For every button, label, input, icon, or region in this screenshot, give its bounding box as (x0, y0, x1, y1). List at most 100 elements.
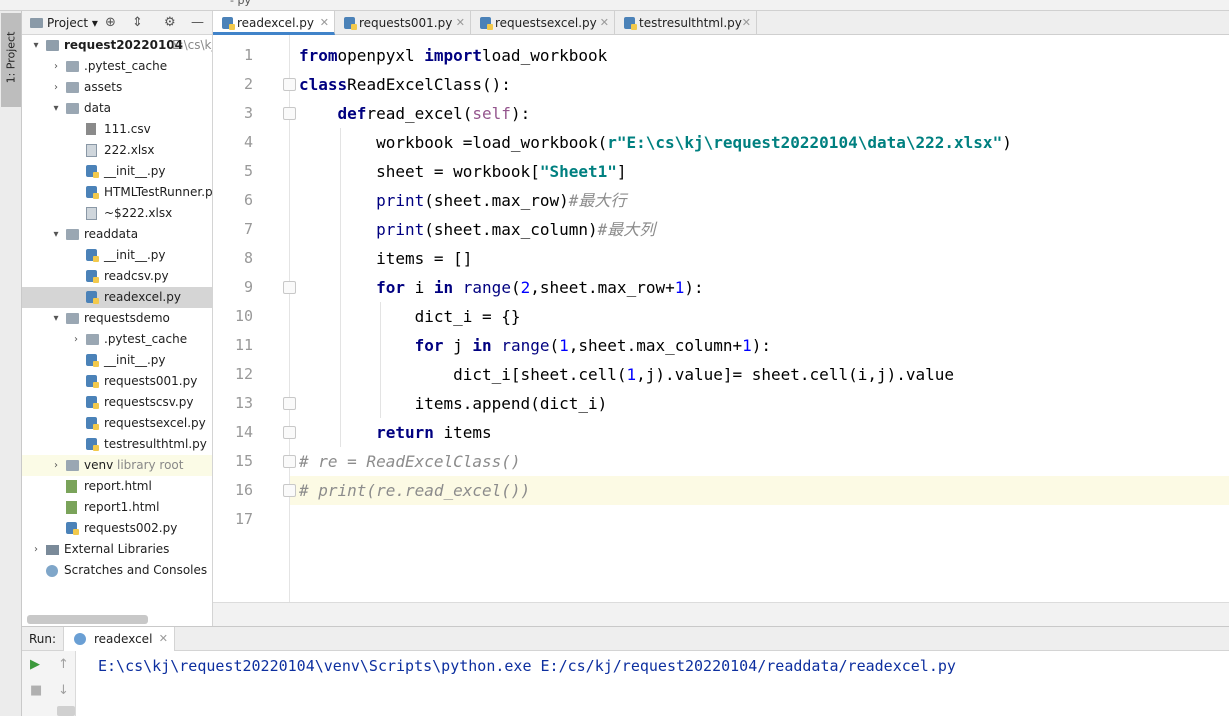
code-line: sheet = workbook["Sheet1"] (299, 157, 626, 186)
tree-item-label: 222.xlsx (104, 143, 155, 157)
py-icon (86, 438, 99, 451)
tree-item[interactable]: › External Libraries (22, 539, 212, 560)
code-token: # re = ReadExcelClass() (299, 452, 521, 471)
collapsed-arrow-icon[interactable]: › (70, 329, 82, 350)
code-editor[interactable]: 1 2 3 4 5 6 7 8 9 10 11 12 13 14 15 16 17 fromopenpyxl i… (213, 35, 1229, 602)
tree-item[interactable]: › .pytest_cache (22, 329, 212, 350)
tree-item[interactable]: › .pytest_cache (22, 56, 212, 77)
locate-icon[interactable]: ⊕ (105, 15, 116, 30)
rerun-icon[interactable]: ▶ (30, 657, 40, 672)
xlsx-icon (86, 144, 97, 157)
line-number: 15 (234, 452, 253, 470)
code-token: 1 (674, 278, 685, 297)
arrow-up-icon[interactable]: ↑ (58, 657, 69, 672)
fold-marker-icon[interactable] (283, 484, 296, 497)
tree-item-label: report1.html (84, 500, 160, 514)
arrow-down-icon[interactable]: ↓ (58, 683, 69, 698)
close-icon[interactable]: ✕ (742, 11, 751, 35)
project-view-selector[interactable]: Project ▾ (30, 16, 98, 30)
stop-icon[interactable]: ■ (30, 683, 42, 698)
soft-wrap-icon[interactable] (57, 706, 75, 716)
code-token: #最大列 (597, 220, 656, 239)
editor-tab[interactable]: requests001.py ✕ (335, 11, 471, 35)
line-number: 4 (243, 133, 253, 151)
tree-item[interactable]: requests002.py (22, 518, 212, 539)
code-token: ): (751, 336, 772, 355)
tree-item[interactable]: readcsv.py (22, 266, 212, 287)
line-number: 10 (234, 307, 253, 325)
close-icon[interactable]: ✕ (320, 11, 329, 35)
expanded-arrow-icon[interactable]: ▾ (30, 35, 42, 56)
code-token: 1 (626, 365, 637, 384)
editor-tab[interactable]: requestsexcel.py ✕ (471, 11, 615, 35)
editor-tab[interactable]: testresulthtml.py ✕ (615, 11, 757, 35)
expanded-arrow-icon[interactable]: ▾ (50, 224, 62, 245)
close-icon[interactable]: ✕ (159, 627, 168, 651)
code-line: classReadExcelClass(): (299, 70, 511, 99)
project-tool-tab[interactable]: 1: Project (1, 13, 21, 107)
tree-item-label: assets (84, 80, 123, 94)
tree-item[interactable]: __init__.py (22, 161, 212, 182)
code-token: dict_i[sheet.cell( (299, 365, 627, 384)
tree-item[interactable]: report1.html (22, 497, 212, 518)
tree-item[interactable]: testresulthtml.py (22, 434, 212, 455)
tree-item[interactable]: requestsexcel.py (22, 413, 212, 434)
editor-tab[interactable]: readexcel.py ✕ (213, 11, 335, 35)
gear-icon[interactable]: ⚙ (164, 15, 176, 30)
collapsed-arrow-icon[interactable]: › (50, 77, 62, 98)
tree-item[interactable]: 111.csv (22, 119, 212, 140)
html-icon (66, 480, 77, 493)
tree-item[interactable]: readexcel.py (22, 287, 212, 308)
line-number: 11 (234, 336, 253, 354)
project-scrollbar[interactable] (27, 615, 148, 624)
code-token: r"E:\cs\kj\request20220104\data\222.xlsx… (607, 133, 1003, 152)
editor-tab-bar: readexcel.py ✕ requests001.py ✕ requestsexce… (213, 11, 1229, 35)
fold-marker-icon[interactable] (283, 281, 296, 294)
expanded-arrow-icon[interactable]: ▾ (50, 308, 62, 329)
tree-item[interactable]: ▾ request20220104E:\cs\kj\r (22, 35, 212, 56)
tree-item[interactable]: requestscsv.py (22, 392, 212, 413)
hide-icon[interactable]: — (191, 15, 204, 30)
fold-marker-icon[interactable] (283, 397, 296, 410)
code-line: print(sheet.max_row)#最大行 (299, 186, 626, 215)
tree-item[interactable]: Scratches and Consoles (22, 560, 212, 581)
code-line: dict_i[sheet.cell(1,j).value]= sheet.cel… (299, 360, 954, 389)
tree-item[interactable]: ~$222.xlsx (22, 203, 212, 224)
tree-item[interactable]: HTMLTestRunner.py (22, 182, 212, 203)
tree-item[interactable]: 222.xlsx (22, 140, 212, 161)
tree-item[interactable]: ▾ requestsdemo (22, 308, 212, 329)
tree-item[interactable]: __init__.py (22, 350, 212, 371)
close-icon[interactable]: ✕ (456, 11, 465, 35)
fold-marker-icon[interactable] (283, 107, 296, 120)
tree-item[interactable]: __init__.py (22, 245, 212, 266)
tree-item[interactable]: requests001.py (22, 371, 212, 392)
tree-item[interactable]: ▾ data (22, 98, 212, 119)
lib-icon (46, 545, 59, 555)
tree-item[interactable]: › venv library root (22, 455, 212, 476)
project-panel: Project ▾ ⊕ ⇕ ⚙ — ▾ request20220104 E:\cs\… (22, 11, 213, 626)
python-file-icon (344, 17, 357, 30)
py-icon (86, 249, 99, 262)
collapsed-arrow-icon[interactable]: › (50, 455, 62, 476)
expanded-arrow-icon[interactable]: ▾ (50, 98, 62, 119)
code-line: print(sheet.max_column)#最大列 (299, 215, 655, 244)
code-token: 1 (559, 336, 569, 355)
collapsed-arrow-icon[interactable]: › (30, 539, 42, 560)
code-token: range (462, 278, 511, 297)
collapsed-arrow-icon[interactable]: › (50, 56, 62, 77)
fold-marker-icon[interactable] (283, 426, 296, 439)
tree-item[interactable]: report.html (22, 476, 212, 497)
code-token: items.append(dict_i) (299, 394, 608, 413)
run-tab[interactable]: readexcel ✕ (63, 627, 175, 651)
indent-guide (340, 128, 341, 447)
collapse-icon[interactable]: ⇕ (132, 15, 143, 30)
tree-item[interactable]: ▾ readdata (22, 224, 212, 245)
tree-item[interactable]: › assets (22, 77, 212, 98)
title-bar-strip: - py (0, 0, 1229, 11)
close-icon[interactable]: ✕ (600, 11, 609, 35)
fold-marker-icon[interactable] (283, 78, 296, 91)
folder-icon (30, 18, 43, 28)
fold-marker-icon[interactable] (283, 455, 296, 468)
